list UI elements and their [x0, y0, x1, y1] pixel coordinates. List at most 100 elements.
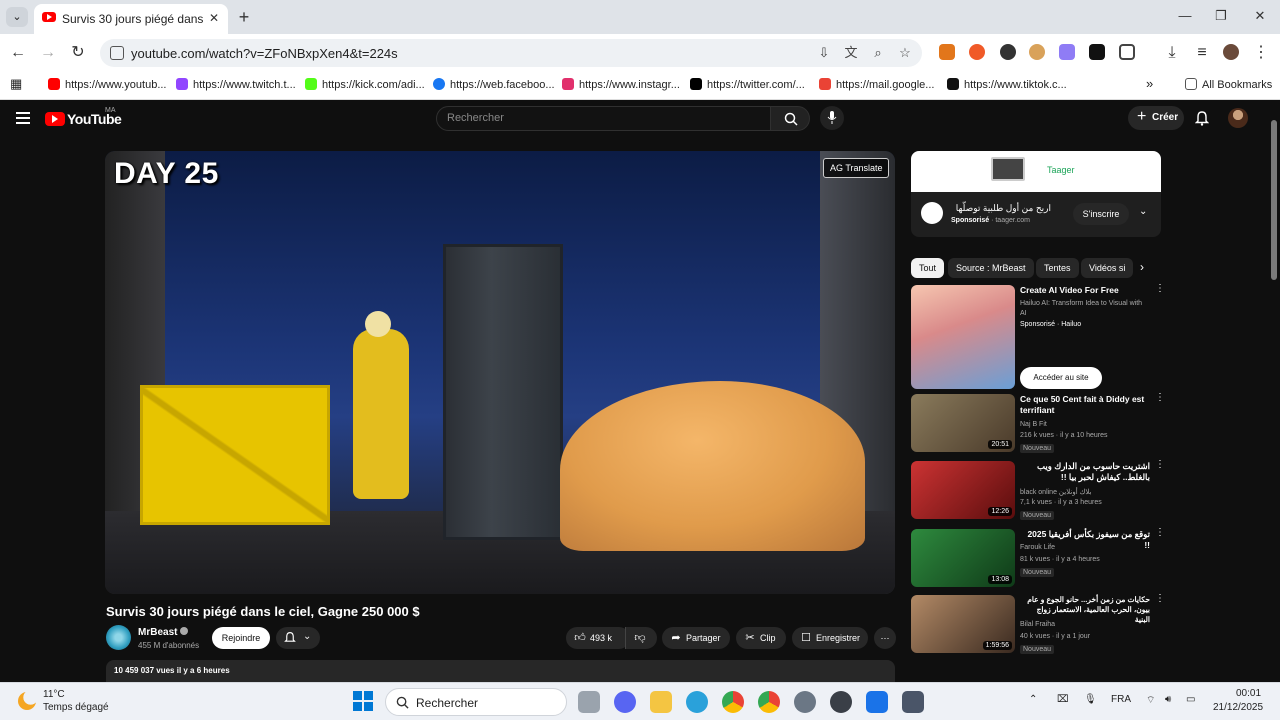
tray-overflow-chevron-icon[interactable]: ⌃ — [1029, 694, 1037, 705]
apps-grid-icon[interactable]: ▦ — [10, 76, 22, 92]
more-options-icon[interactable]: ⋮ — [1155, 528, 1165, 538]
chrome-profile-icon[interactable] — [758, 691, 780, 713]
forward-icon[interactable]: → — [38, 43, 58, 63]
windows-start-icon[interactable] — [353, 691, 373, 711]
maximize-icon[interactable]: ❐ — [1206, 6, 1236, 26]
tab-search-chevron-icon[interactable]: ⌄ — [6, 7, 28, 27]
voice-search-button[interactable] — [820, 106, 844, 130]
ad-signup-button[interactable]: S'inscrire — [1073, 203, 1129, 225]
recommendation-item[interactable]: 13:08 توقع من سيفوز بكأس أفريقيا 2025 !!… — [911, 528, 1165, 591]
channel-avatar[interactable] — [106, 625, 131, 650]
chip-tents[interactable]: Tentes — [1036, 258, 1079, 278]
share-button[interactable]: ➦ Partager — [662, 627, 730, 649]
bookmark-gmail[interactable]: https://mail.google... — [819, 78, 934, 91]
camera-off-icon[interactable]: ⌧ — [1057, 694, 1069, 705]
search-button[interactable] — [770, 106, 810, 131]
ag-translate-button[interactable]: AG Translate — [823, 158, 889, 178]
search-input[interactable]: Rechercher — [436, 106, 771, 131]
more-options-icon[interactable]: ⋮ — [1155, 393, 1165, 403]
chips-next-arrow-icon[interactable]: › — [1140, 260, 1144, 274]
subscribed-bell-button[interactable]: ⌄ — [276, 627, 320, 649]
browser-tab-active[interactable]: Survis 30 jours piégé dans le ciel ✕ — [34, 4, 228, 34]
more-options-icon[interactable]: ⋮ — [1155, 460, 1165, 470]
close-window-icon[interactable]: ✕ — [1245, 6, 1275, 26]
face-extension-icon[interactable] — [1029, 44, 1045, 60]
more-options-icon[interactable]: ⋮ — [1155, 284, 1165, 294]
like-button[interactable]: 👍︎ 493 k — [566, 627, 630, 649]
youtube-logo[interactable]: YouTube MA — [45, 107, 122, 128]
scrollbar-thumb[interactable] — [1271, 120, 1277, 280]
bookmark-youtube[interactable]: https://www.youtub... — [48, 78, 167, 91]
clock-date[interactable]: 21/12/2025 — [1213, 702, 1263, 713]
zoom-icon[interactable]: ⌕ — [870, 45, 886, 61]
ad-expand-chevron-icon[interactable]: ⌄ — [1139, 206, 1147, 217]
account-avatar[interactable] — [1228, 108, 1248, 128]
bookmark-star-icon[interactable]: ☆ — [897, 45, 913, 61]
bookmark-twitter[interactable]: https://twitter.com/... — [690, 78, 805, 91]
url-text[interactable]: youtube.com/watch?v=ZFoNBxpXen4&t=224s — [131, 46, 398, 61]
menu-icon[interactable] — [16, 112, 30, 124]
description-box[interactable]: 10 459 037 vues il y a 6 heures — [106, 660, 895, 682]
join-button[interactable]: Rejoindre — [212, 627, 270, 649]
tab-close-icon[interactable]: ✕ — [206, 10, 222, 26]
recommendation-item[interactable]: 12:26 اشتريت حاسوب من الدارك ويب بالغلط.… — [911, 460, 1165, 523]
install-app-icon[interactable]: ⇩ — [816, 45, 832, 61]
save-button[interactable]: ☐ Enregistrer — [792, 627, 868, 649]
back-icon[interactable]: ← — [8, 43, 28, 63]
bookmark-facebook[interactable]: https://web.faceboo... — [433, 78, 555, 91]
battery-icon[interactable]: ▭ — [1186, 694, 1195, 705]
more-actions-icon[interactable]: ⋯ — [874, 627, 896, 649]
wifi-icon[interactable]: ⌔ — [1146, 694, 1155, 707]
notifications-bell-icon[interactable] — [1195, 110, 1209, 126]
reload-icon[interactable]: ↻ — [68, 43, 88, 63]
chip-source-mrbeast[interactable]: Source : MrBeast — [948, 258, 1034, 278]
extensions-puzzle-icon[interactable] — [1119, 44, 1135, 60]
address-bar[interactable]: youtube.com/watch?v=ZFoNBxpXen4&t=224s ⇩… — [100, 39, 922, 67]
recommendation-sponsored[interactable]: Create AI Video For Free Hailuo AI: Tran… — [911, 284, 1165, 389]
create-button[interactable]: Créer — [1128, 105, 1184, 130]
bookmark-kick[interactable]: https://kick.com/adi... — [305, 78, 425, 91]
file-explorer-icon[interactable] — [650, 691, 672, 713]
weather-moon-icon[interactable] — [18, 692, 36, 710]
clock-time[interactable]: 00:01 — [1236, 688, 1261, 699]
metamask-extension-icon[interactable] — [939, 44, 955, 60]
minimize-icon[interactable]: — — [1170, 6, 1200, 26]
video-player[interactable]: DAY 25 AG Translate — [105, 151, 895, 594]
profile-avatar-icon[interactable] — [1223, 44, 1239, 60]
bookmark-tiktok[interactable]: https://www.tiktok.c... — [947, 78, 1067, 91]
calculator-icon[interactable] — [902, 691, 924, 713]
openai-extension-icon[interactable] — [1000, 44, 1016, 60]
ono-extension-icon[interactable] — [1089, 44, 1105, 60]
new-tab-icon[interactable]: + — [234, 7, 254, 27]
chrome-menu-icon[interactable]: ⋮ — [1251, 43, 1271, 63]
cloud-extension-icon[interactable] — [1059, 44, 1075, 60]
translate-icon[interactable]: 文 — [843, 45, 859, 61]
media-control-icon[interactable]: ≡ — [1192, 43, 1212, 63]
telegram-icon[interactable] — [686, 691, 708, 713]
volume-icon[interactable]: 🔊︎ — [1165, 694, 1171, 705]
all-bookmarks[interactable]: All Bookmarks — [1185, 78, 1272, 91]
more-options-icon[interactable]: ⋮ — [1155, 594, 1165, 604]
channel-name[interactable]: MrBeast — [138, 627, 189, 638]
page-scrollbar[interactable] — [1268, 100, 1280, 682]
weather-description[interactable]: Temps dégagé — [43, 702, 109, 713]
settings-gear-icon[interactable] — [794, 691, 816, 713]
clip-button[interactable]: ✂ Clip — [736, 627, 786, 649]
app-icon[interactable] — [830, 691, 852, 713]
download-icon[interactable]: ⤓ — [1162, 43, 1182, 63]
sponsored-ad-card[interactable]: Taager اربح من أول طلبية توصلّها Sponsor… — [911, 151, 1161, 237]
weather-temperature[interactable]: 11°C — [43, 689, 65, 700]
more-bookmarks-icon[interactable]: » — [1146, 76, 1153, 91]
bookmark-twitch[interactable]: https://www.twitch.t... — [176, 78, 296, 91]
microphone-icon[interactable]: 🎙︎ — [1084, 694, 1097, 705]
chrome-icon[interactable] — [722, 691, 744, 713]
calendar-icon[interactable] — [866, 691, 888, 713]
recommendation-item[interactable]: 1:59:56 حكايات من زمن أخر... حانو الجوع … — [911, 594, 1165, 657]
recommendation-item[interactable]: 20:51 Ce que 50 Cent fait à Diddy est te… — [911, 393, 1165, 456]
taskbar-search-input[interactable]: Rechercher — [385, 688, 567, 716]
bookmark-instagram[interactable]: https://www.instagr... — [562, 78, 680, 91]
chip-all[interactable]: Tout — [911, 258, 945, 278]
visit-site-button[interactable]: Accéder au site — [1020, 367, 1102, 389]
site-info-icon[interactable] — [110, 46, 124, 60]
dislike-button[interactable]: 👎︎ — [625, 627, 657, 649]
